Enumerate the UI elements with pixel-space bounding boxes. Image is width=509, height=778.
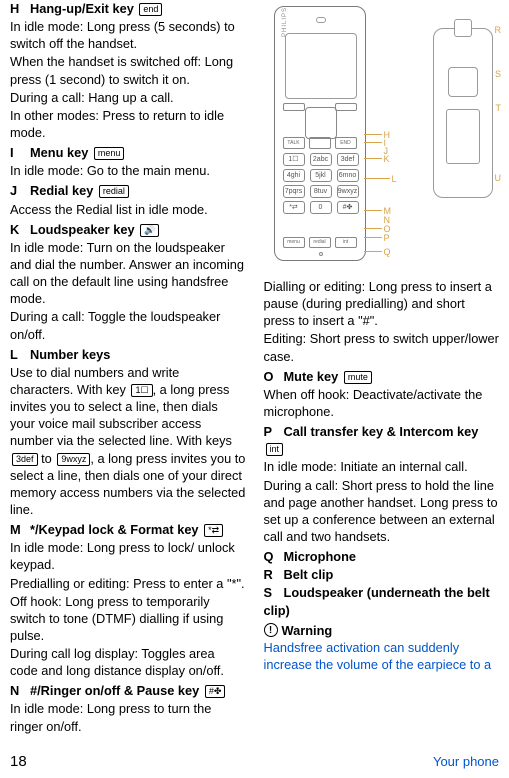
column-right: PHILIPS TALK END 1☐ 2abc <box>264 0 500 744</box>
keypad-icon: 1☐ 2abc 3def 4ghi 5jkl 6mno 7pqrs 8tuv 9… <box>283 153 359 214</box>
page-footer: 18 Your phone <box>10 752 499 772</box>
callout-r: R <box>495 24 502 36</box>
callout-q: Q <box>384 246 391 258</box>
key-m-heading: M*/Keypad lock & Format key *⇄ <box>10 521 246 538</box>
speaker-button-icon <box>309 137 331 149</box>
body-text: Dialling or editing: Long press to inser… <box>264 278 500 329</box>
redial-btn-icon: redial <box>309 237 331 248</box>
screen-icon <box>285 33 357 99</box>
callout-s: S <box>495 68 501 80</box>
key-3-icon: 3def <box>12 453 38 466</box>
hash-key-icon: #✤ <box>205 685 226 698</box>
handset-back-illustration <box>433 28 493 198</box>
loudspeaker-key-icon: 🔊 <box>140 224 159 237</box>
earpiece-icon <box>316 17 326 23</box>
body-text: During call log display: Toggles area co… <box>10 645 246 679</box>
column-left: HHang-up/Exit key end In idle mode: Long… <box>10 0 246 744</box>
warning-heading: ! Warning <box>264 622 500 639</box>
body-text: Off hook: Long press to temporarily swit… <box>10 593 246 644</box>
body-text: Predialling or editing: Press to enter a… <box>10 575 246 592</box>
end-button-icon: END <box>335 137 357 149</box>
key-n-heading: N#/Ringer on/off & Pause key #✤ <box>10 682 246 699</box>
body-text: Access the Redial list in idle mode. <box>10 201 246 218</box>
key-l-heading: LNumber keys <box>10 346 246 363</box>
key-i-heading: IMenu key menu <box>10 144 246 161</box>
nav-pad-icon <box>305 107 337 139</box>
footer-section-label: Your phone <box>433 753 499 770</box>
mute-key-icon: mute <box>344 371 372 384</box>
talk-button-icon: TALK <box>283 137 305 149</box>
key-1-icon: 1☐ <box>131 384 152 397</box>
handset-diagram: PHILIPS TALK END 1☐ 2abc <box>264 0 500 270</box>
warning-text: Handsfree activation can suddenly increa… <box>264 639 500 673</box>
body-text: When the handset is switched off: Long p… <box>10 53 246 87</box>
handset-front-illustration: PHILIPS TALK END 1☐ 2abc <box>274 6 366 261</box>
body-text: In idle mode: Long press to turn the rin… <box>10 700 246 734</box>
warning-icon: ! <box>264 623 278 637</box>
body-text: During a call: Short press to hold the l… <box>264 477 500 546</box>
battery-cover-icon <box>446 109 480 164</box>
body-text: During a call: Hang up a call. <box>10 89 246 106</box>
body-text: When off hook: Deactivate/activate the m… <box>264 386 500 420</box>
softkey-left-icon <box>283 103 305 111</box>
int-btn-icon: int <box>335 237 357 248</box>
menu-key-icon: menu <box>94 147 125 160</box>
key-p-heading: PCall transfer key & Intercom key int <box>264 423 500 457</box>
key-q-heading: QMicrophone <box>264 548 500 565</box>
body-text: In idle mode: Initiate an internal call. <box>264 458 500 475</box>
body-text: In idle mode: Long press to lock/ unlock… <box>10 539 246 573</box>
redial-key-icon: redial <box>99 185 129 198</box>
softkey-right-icon <box>335 103 357 111</box>
key-h-heading: HHang-up/Exit key end <box>10 0 246 17</box>
star-key-icon: *⇄ <box>204 524 223 537</box>
body-text: During a call: Toggle the loudspeaker on… <box>10 308 246 342</box>
page-number: 18 <box>10 752 27 772</box>
body-text: In other modes: Press to return to idle … <box>10 107 246 141</box>
body-text: In idle mode: Long press (5 seconds) to … <box>10 18 246 52</box>
key-k-heading: KLoudspeaker key 🔊 <box>10 221 246 238</box>
int-key-icon: int <box>266 443 284 456</box>
callout-p: P <box>384 232 390 244</box>
callout-t: T <box>496 102 502 114</box>
callout-k: K <box>384 153 390 165</box>
belt-clip-icon <box>454 19 472 37</box>
callout-l: L <box>392 173 397 185</box>
key-9-icon: 9wxyz <box>57 453 90 466</box>
back-speaker-icon <box>448 67 478 97</box>
body-text: Editing: Short press to switch upper/low… <box>264 330 500 364</box>
end-key-icon: end <box>139 3 162 16</box>
key-r-heading: RBelt clip <box>264 566 500 583</box>
key-j-heading: JRedial key redial <box>10 182 246 199</box>
callout-u: U <box>495 172 502 184</box>
key-s-heading: SLoudspeaker (underneath the belt clip) <box>264 584 500 618</box>
microphone-icon <box>319 252 323 256</box>
body-text: Use to dial numbers and write characters… <box>10 364 246 518</box>
body-text: In idle mode: Go to the main menu. <box>10 162 246 179</box>
body-text: In idle mode: Turn on the loudspeaker an… <box>10 239 246 308</box>
menu-btn-icon: menu <box>283 237 305 248</box>
key-o-heading: OMute key mute <box>264 368 500 385</box>
